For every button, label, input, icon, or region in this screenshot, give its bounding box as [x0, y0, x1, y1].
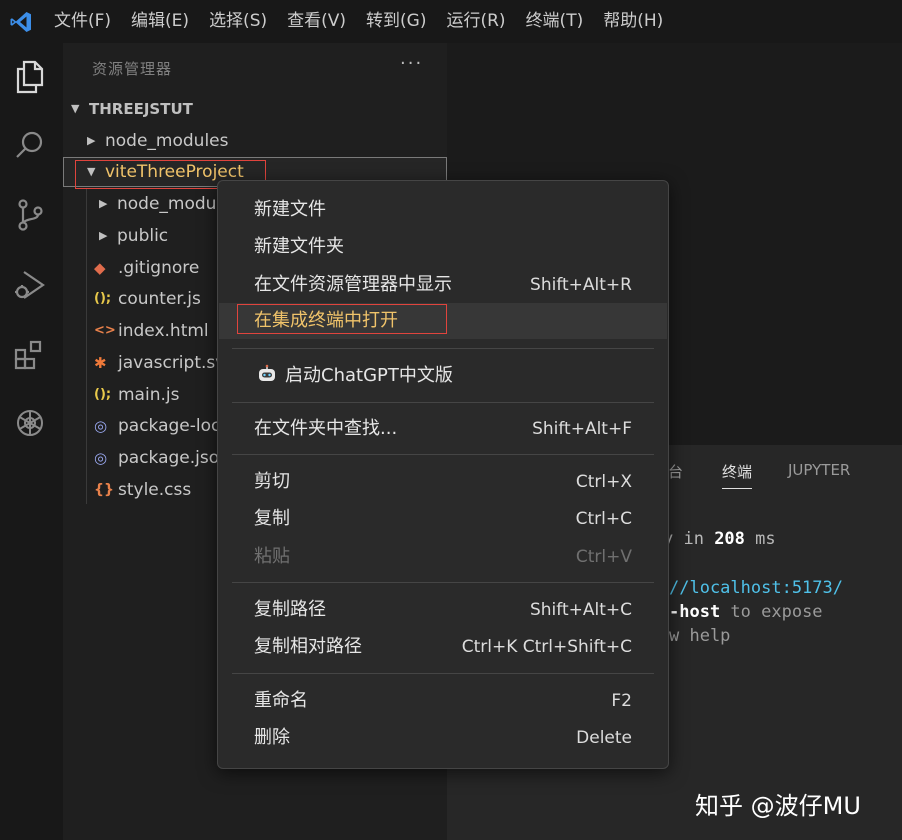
files-icon[interactable]	[8, 55, 52, 99]
tree-item-gitignore[interactable]: ◆.gitignore	[94, 253, 199, 283]
tree-item-node-modules[interactable]: ▶node_modules	[87, 126, 229, 156]
annotation-highlight-box	[237, 304, 447, 334]
tree-item-package-json[interactable]: ◎package.json	[94, 443, 230, 473]
chevron-right-icon: ▶	[99, 189, 117, 219]
context-menu: 新建文件 新建文件夹 在文件资源管理器中显示 Shift+Alt+R 在集成终端…	[217, 180, 669, 769]
menu-separator	[232, 582, 654, 583]
explorer-root[interactable]: ▼THREEJSTUT	[71, 94, 193, 124]
tree-item-javascript-svg[interactable]: ✱javascript.svg	[94, 348, 236, 378]
tree-item-index-html[interactable]: <>index.html	[94, 316, 209, 346]
chatgpt-icon[interactable]	[8, 401, 52, 445]
ctx-copy[interactable]: 复制 Ctrl+C	[219, 501, 667, 537]
ctx-cut[interactable]: 剪切 Ctrl+X	[219, 464, 667, 500]
terminal-local-url[interactable]: //localhost:5173/	[669, 578, 843, 598]
ctx-copy-relative-path[interactable]: 复制相对路径 Ctrl+K Ctrl+Shift+C	[219, 629, 667, 665]
ctx-new-file[interactable]: 新建文件	[219, 192, 667, 228]
terminal-line: -host to expose	[669, 602, 823, 622]
menu-go[interactable]: 转到(G)	[356, 0, 436, 43]
svg-file-icon: ✱	[94, 348, 118, 378]
tree-item-label: .gitignore	[118, 258, 199, 278]
chatgpt-robot-icon	[257, 358, 277, 394]
ctx-reveal-in-explorer[interactable]: 在文件资源管理器中显示 Shift+Alt+R	[219, 267, 667, 303]
tree-item-public[interactable]: ▶public	[99, 221, 168, 251]
tree-item-label: counter.js	[118, 289, 201, 309]
menu-terminal[interactable]: 终端(T)	[516, 0, 594, 43]
menu-file[interactable]: 文件(F)	[42, 0, 121, 43]
ctx-launch-chatgpt[interactable]: 启动ChatGPT中文版	[219, 358, 667, 394]
menu-edit[interactable]: 编辑(E)	[121, 0, 199, 43]
ctx-new-folder[interactable]: 新建文件夹	[219, 229, 667, 265]
tree-item-main-js[interactable]: ();main.js	[94, 380, 179, 410]
ctx-find-in-folder[interactable]: 在文件夹中查找... Shift+Alt+F	[219, 411, 667, 447]
tree-item-label: style.css	[118, 480, 191, 500]
git-file-icon: ◆	[94, 253, 118, 283]
tree-indent-guide	[86, 189, 87, 504]
json-file-icon: ◎	[94, 443, 118, 473]
tab-terminal[interactable]: 终端	[722, 461, 752, 489]
menu-separator	[232, 454, 654, 455]
menu-view[interactable]: 查看(V)	[277, 0, 356, 43]
tree-item-counter-js[interactable]: ();counter.js	[94, 284, 201, 314]
html-file-icon: <>	[94, 316, 118, 346]
tree-item-label: node_modules	[105, 131, 229, 151]
tree-item-label: package.json	[118, 448, 230, 468]
css-file-icon: {}	[94, 475, 118, 505]
chevron-right-icon: ▶	[87, 126, 105, 156]
menu-separator	[232, 348, 654, 349]
root-folder-label: THREEJSTUT	[89, 100, 193, 118]
source-control-icon[interactable]	[8, 193, 52, 237]
menu-help[interactable]: 帮助(H)	[593, 0, 673, 43]
menu-run[interactable]: 运行(R)	[436, 0, 515, 43]
terminal-line: w help	[669, 626, 730, 646]
terminal-line: y in 208 ms	[663, 529, 776, 549]
vscode-logo-icon	[0, 0, 42, 43]
chevron-right-icon: ▶	[99, 221, 117, 251]
ctx-copy-path[interactable]: 复制路径 Shift+Alt+C	[219, 592, 667, 628]
js-file-icon: ();	[94, 380, 118, 410]
tab-debug-console[interactable]: 台	[668, 461, 683, 482]
menu-selection[interactable]: 选择(S)	[199, 0, 277, 43]
explorer-title: 资源管理器	[92, 58, 172, 79]
menu-separator	[232, 673, 654, 674]
run-debug-icon[interactable]	[8, 263, 52, 307]
js-file-icon: ();	[94, 284, 118, 314]
tree-item-label: main.js	[118, 385, 179, 405]
tree-item-label: public	[117, 226, 168, 246]
extensions-icon[interactable]	[8, 333, 52, 377]
chevron-down-icon: ▼	[71, 94, 89, 124]
search-icon[interactable]	[8, 123, 52, 167]
tab-jupyter[interactable]: JUPYTER	[788, 461, 850, 479]
ctx-paste: 粘贴 Ctrl+V	[219, 539, 667, 575]
menu-bar: 文件(F) 编辑(E) 选择(S) 查看(V) 转到(G) 运行(R) 终端(T…	[0, 0, 902, 43]
more-actions-icon[interactable]: ···	[400, 53, 423, 74]
tree-item-label: index.html	[118, 321, 209, 341]
zhihu-watermark: 知乎 @波仔MU	[695, 786, 861, 821]
activity-bar	[0, 43, 63, 840]
json-file-icon: ◎	[94, 411, 118, 441]
ctx-rename[interactable]: 重命名 F2	[219, 683, 667, 719]
tree-item-style-css[interactable]: {}style.css	[94, 475, 191, 505]
ctx-delete[interactable]: 删除 Delete	[219, 720, 667, 756]
menu-separator	[232, 402, 654, 403]
